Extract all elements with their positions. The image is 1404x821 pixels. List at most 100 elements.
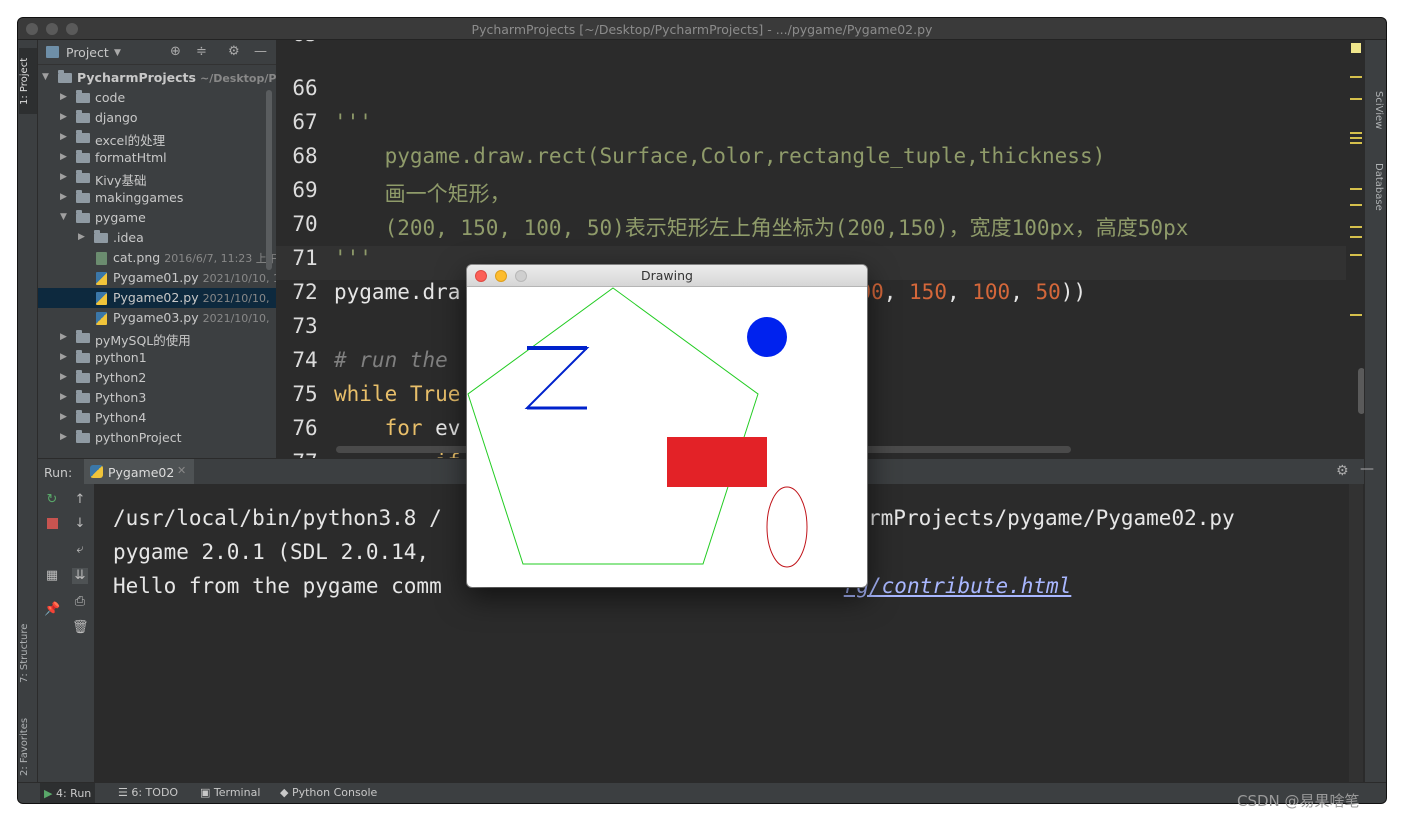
run-tool-button[interactable]: ▶ 4: Run bbox=[40, 783, 96, 803]
warning-marker[interactable] bbox=[1350, 142, 1362, 144]
tree-item[interactable]: ▶ python1 bbox=[38, 348, 276, 368]
run-config-tab[interactable]: Pygame02 ✕ bbox=[84, 459, 194, 485]
python-console-tool-button[interactable]: ◆ Python Console bbox=[280, 786, 377, 799]
database-tool-tab[interactable]: Database bbox=[1366, 152, 1384, 222]
tree-item[interactable]: ▶ Python4 bbox=[38, 408, 276, 428]
locate-icon[interactable]: ⊕ bbox=[170, 44, 181, 59]
folder-icon bbox=[76, 410, 90, 423]
pentagon-shape bbox=[467, 287, 759, 565]
close-icon[interactable]: ✕ bbox=[177, 464, 186, 477]
pin-icon[interactable]: 📌 bbox=[44, 602, 60, 618]
expand-arrow-icon[interactable]: ▼ bbox=[60, 212, 67, 222]
stop-icon[interactable] bbox=[44, 516, 60, 532]
warning-marker[interactable] bbox=[1350, 98, 1362, 100]
circle-shape bbox=[747, 317, 787, 357]
tree-item[interactable]: ▼ pygame bbox=[38, 208, 276, 228]
collapsed-arrow-icon[interactable]: ▶ bbox=[60, 372, 67, 382]
warning-marker[interactable] bbox=[1350, 76, 1362, 78]
tree-item[interactable]: cat.png 2016/6/7, 11:23 上午 bbox=[38, 248, 276, 268]
tree-item[interactable]: ▶ Kivy基础 bbox=[38, 168, 276, 188]
soft-wrap-icon[interactable]: ⤶ bbox=[72, 542, 88, 558]
tree-item[interactable]: ▶ excel的处理 bbox=[38, 128, 276, 148]
line-number: 72 bbox=[292, 280, 318, 304]
line-number: 73 bbox=[292, 314, 318, 338]
print-icon[interactable]: ⎙ bbox=[72, 594, 88, 610]
hide-panel-icon[interactable]: — bbox=[254, 44, 267, 59]
warning-marker[interactable] bbox=[1350, 226, 1362, 228]
tree-item-label: .idea bbox=[113, 230, 144, 245]
tree-item[interactable]: ▶ pythonProject bbox=[38, 428, 276, 448]
tree-item[interactable]: Pygame03.py 2021/10/10, bbox=[38, 308, 276, 328]
collapsed-arrow-icon[interactable]: ▶ bbox=[60, 352, 67, 362]
tree-item[interactable]: ▶ code bbox=[38, 88, 276, 108]
warning-marker[interactable] bbox=[1350, 188, 1362, 190]
arrow-down-icon[interactable]: ↓ bbox=[72, 516, 88, 532]
tree-item[interactable]: ▶ Python2 bbox=[38, 368, 276, 388]
tree-item[interactable]: Pygame02.py 2021/10/10, bbox=[38, 288, 276, 308]
project-scrollbar[interactable] bbox=[266, 90, 272, 270]
code-line-75: while True bbox=[334, 382, 461, 406]
todo-tool-button[interactable]: ☰ 6: TODO bbox=[118, 786, 178, 799]
tree-item[interactable]: ▶ makinggames bbox=[38, 188, 276, 208]
project-view-icon bbox=[46, 46, 59, 58]
collapsed-arrow-icon[interactable]: ▶ bbox=[60, 112, 67, 122]
right-tool-strip: SciView Database bbox=[1364, 40, 1386, 782]
watermark-text: CSDN @易果啥笔 bbox=[1237, 792, 1360, 810]
rerun-icon[interactable]: ↻ bbox=[44, 492, 60, 508]
collapsed-arrow-icon[interactable]: ▶ bbox=[60, 332, 67, 342]
tree-item-label: PycharmProjects ~/Desktop/Py bbox=[77, 70, 276, 85]
rectangle-shape bbox=[667, 437, 767, 487]
title-bar: PycharmProjects [~/Desktop/PycharmProjec… bbox=[18, 18, 1386, 40]
project-tool-tab[interactable]: 1: Project bbox=[19, 48, 37, 114]
warning-marker[interactable] bbox=[1350, 236, 1362, 238]
arrow-up-icon[interactable]: ↑ bbox=[72, 492, 88, 508]
gear-icon[interactable]: ⚙ bbox=[228, 44, 240, 59]
tree-item[interactable]: ▶ Python3 bbox=[38, 388, 276, 408]
warning-marker[interactable] bbox=[1350, 137, 1362, 139]
tree-item[interactable]: ▶ pyMySQL的使用 bbox=[38, 328, 276, 348]
tree-item[interactable]: ▶ formatHtml bbox=[38, 148, 276, 168]
warning-marker[interactable] bbox=[1350, 132, 1362, 134]
scroll-to-end-icon[interactable]: ⇊ bbox=[72, 568, 88, 584]
pygame-drawing-window[interactable]: Drawing bbox=[467, 265, 867, 587]
hide-panel-icon[interactable]: — bbox=[1360, 461, 1374, 477]
tree-item[interactable]: ▶ .idea bbox=[38, 228, 276, 248]
collapsed-arrow-icon[interactable]: ▶ bbox=[60, 432, 67, 442]
structure-tool-tab[interactable]: 7: Structure bbox=[19, 610, 37, 696]
collapsed-arrow-icon[interactable]: ▶ bbox=[60, 92, 67, 102]
collapsed-arrow-icon[interactable]: ▶ bbox=[78, 232, 85, 242]
tree-root[interactable]: ▼ PycharmProjects ~/Desktop/Py bbox=[38, 68, 276, 88]
run-toolbar-primary: ↻ ▦ 📌 bbox=[38, 484, 66, 784]
tree-item[interactable]: ▶ django bbox=[38, 108, 276, 128]
layout-icon[interactable]: ▦ bbox=[44, 568, 60, 584]
collapsed-arrow-icon[interactable]: ▶ bbox=[60, 172, 67, 182]
code-line-71: ''' bbox=[334, 246, 372, 270]
tree-item[interactable]: Pygame01.py 2021/10/10, 1 bbox=[38, 268, 276, 288]
inspection-status-icon[interactable] bbox=[1351, 43, 1361, 53]
collapsed-arrow-icon[interactable]: ▶ bbox=[60, 192, 67, 202]
collapsed-arrow-icon[interactable]: ▶ bbox=[60, 152, 67, 162]
sciview-tool-tab[interactable]: SciView bbox=[1366, 80, 1384, 140]
collapsed-arrow-icon[interactable]: ▶ bbox=[60, 412, 67, 422]
warning-marker[interactable] bbox=[1350, 204, 1362, 206]
line-number: 66 bbox=[292, 76, 318, 100]
gear-icon[interactable]: ⚙ bbox=[1336, 463, 1349, 479]
tree-item-label: pyMySQL的使用 bbox=[95, 333, 191, 348]
contribute-link[interactable]: rg/contribute.html bbox=[844, 574, 1072, 598]
console-line-2: pygame 2.0.1 (SDL 2.0.14, bbox=[113, 540, 430, 564]
project-view-selector[interactable]: Project bbox=[66, 45, 109, 60]
warning-marker[interactable] bbox=[1350, 254, 1362, 256]
trash-icon[interactable]: 🗑 bbox=[72, 620, 89, 636]
window-title: PycharmProjects [~/Desktop/PycharmProjec… bbox=[471, 22, 933, 37]
favorites-tool-tab[interactable]: 2: Favorites bbox=[19, 710, 37, 784]
collapsed-arrow-icon[interactable]: ▶ bbox=[60, 392, 67, 402]
line-number: 77 bbox=[276, 450, 334, 458]
collapsed-arrow-icon[interactable]: ▶ bbox=[60, 132, 67, 142]
warning-marker[interactable] bbox=[1350, 314, 1362, 316]
expand-arrow-icon[interactable]: ▼ bbox=[42, 72, 49, 82]
chevron-down-icon[interactable]: ▼ bbox=[114, 48, 121, 58]
collapse-all-icon[interactable]: ≑ bbox=[196, 44, 207, 59]
drawing-title-bar: Drawing bbox=[467, 265, 867, 287]
terminal-tool-button[interactable]: ▣ Terminal bbox=[200, 786, 260, 799]
console-scrollbar[interactable] bbox=[1349, 484, 1363, 782]
